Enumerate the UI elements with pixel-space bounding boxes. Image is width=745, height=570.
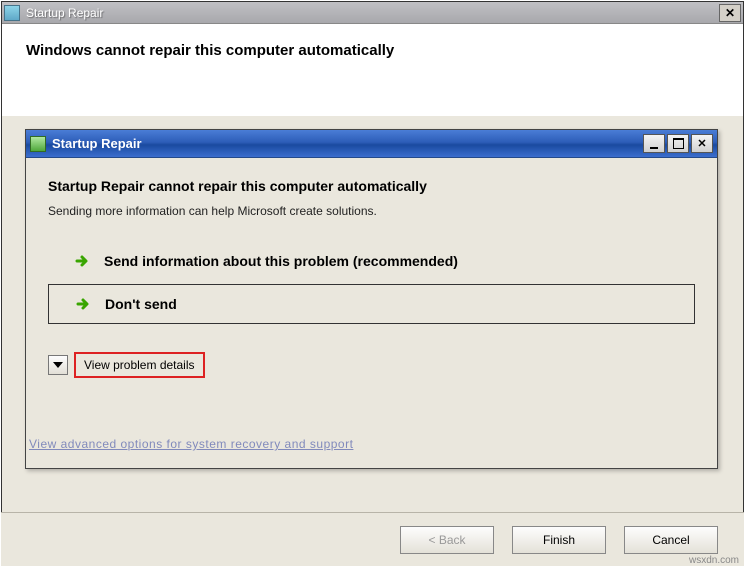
expand-details-button[interactable] xyxy=(48,355,68,375)
inner-dialog: Startup Repair ✕ Startup Repair cannot r… xyxy=(25,129,718,469)
option-send-info[interactable]: Send information about this problem (rec… xyxy=(48,242,695,280)
advanced-options-link[interactable]: View advanced options for system recover… xyxy=(29,437,353,451)
startup-repair-icon xyxy=(4,5,20,21)
arrow-right-icon xyxy=(74,252,92,270)
view-problem-details-label[interactable]: View problem details xyxy=(84,358,195,372)
finish-button[interactable]: Finish xyxy=(512,526,606,554)
outer-heading: Windows cannot repair this computer auto… xyxy=(26,42,719,59)
inner-titlebar: Startup Repair ✕ xyxy=(26,130,717,158)
startup-repair-icon xyxy=(30,136,46,152)
close-button[interactable]: ✕ xyxy=(691,134,713,153)
view-problem-details-highlight: View problem details xyxy=(74,352,205,378)
outer-titlebar: Startup Repair ✕ xyxy=(2,2,743,24)
maximize-button[interactable] xyxy=(667,134,689,153)
cancel-button[interactable]: Cancel xyxy=(624,526,718,554)
problem-details-row: View problem details xyxy=(48,352,695,378)
arrow-right-icon xyxy=(75,295,93,313)
inner-body: Startup Repair cannot repair this comput… xyxy=(26,158,717,388)
inner-heading: Startup Repair cannot repair this comput… xyxy=(48,178,695,194)
back-button: < Back xyxy=(400,526,494,554)
minimize-button[interactable] xyxy=(643,134,665,153)
watermark: wsxdn.com xyxy=(689,555,739,566)
outer-body: Windows cannot repair this computer auto… xyxy=(2,24,743,116)
option-send-label: Send information about this problem (rec… xyxy=(104,253,458,269)
option-dont-send-label: Don't send xyxy=(105,296,177,312)
inner-subtext: Sending more information can help Micros… xyxy=(48,204,695,218)
outer-close-button[interactable]: ✕ xyxy=(719,4,741,22)
inner-window-title: Startup Repair xyxy=(52,136,142,151)
outer-window-title: Startup Repair xyxy=(26,6,103,20)
option-dont-send[interactable]: Don't send xyxy=(48,284,695,324)
wizard-footer: < Back Finish Cancel xyxy=(1,512,744,566)
